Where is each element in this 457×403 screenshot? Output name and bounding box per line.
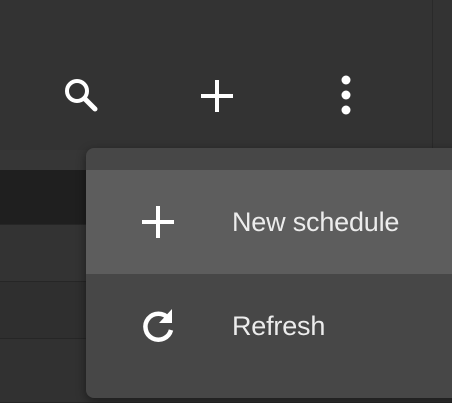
more-vert-icon [341, 75, 351, 115]
search-button[interactable] [54, 68, 110, 124]
plus-icon [138, 202, 178, 242]
search-icon [65, 79, 98, 112]
menu-item-label: Refresh [232, 310, 326, 341]
menu-item-label: New schedule [232, 206, 400, 237]
more-options-button[interactable] [318, 68, 374, 124]
toolbar [0, 0, 452, 150]
add-button[interactable] [189, 68, 245, 124]
menu-item-refresh[interactable]: Refresh [86, 274, 452, 378]
context-menu: New schedule Refresh [86, 148, 452, 398]
app-window: New schedule Refresh [0, 0, 452, 403]
toolbar-divider [432, 0, 433, 150]
refresh-icon [138, 306, 178, 346]
menu-item-new-schedule[interactable]: New schedule [86, 170, 452, 274]
plus-icon [201, 80, 233, 112]
